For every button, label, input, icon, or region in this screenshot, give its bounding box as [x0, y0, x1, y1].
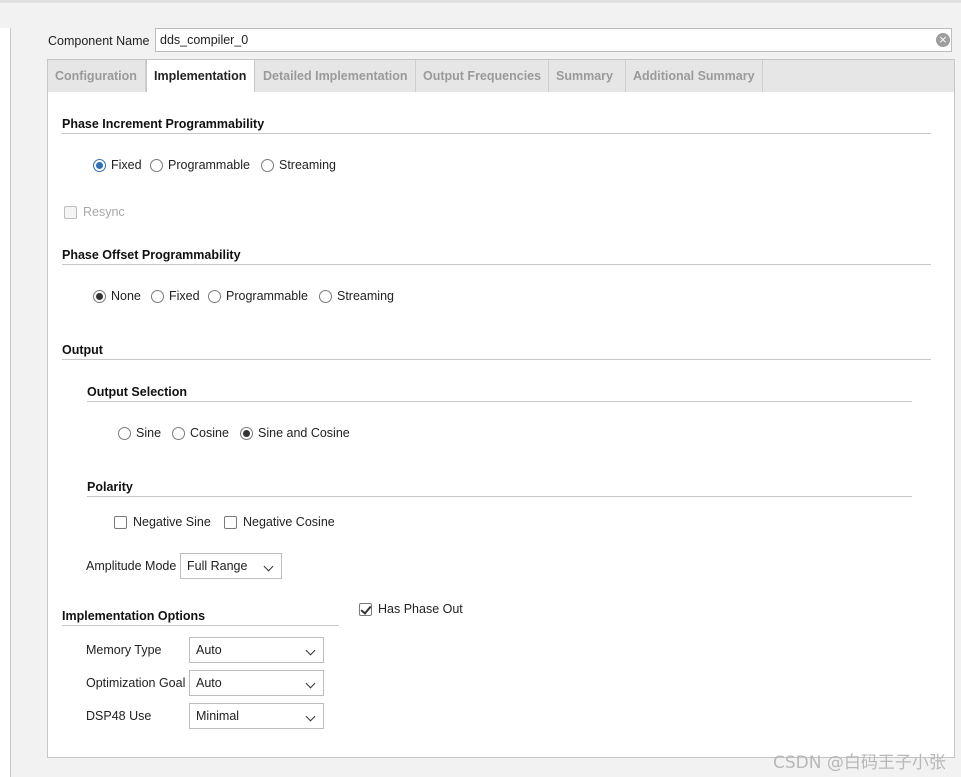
phase-increment-title: Phase Increment Programmability — [62, 117, 265, 131]
radio-label: Streaming — [337, 289, 394, 303]
radio-icon — [151, 289, 164, 303]
select-value: Auto — [196, 643, 222, 657]
watermark: CSDN @白码王子小张 — [773, 753, 946, 773]
component-name-input[interactable]: dds_compiler_0 — [155, 28, 952, 52]
chevron-down-icon — [305, 711, 316, 722]
optimization-goal-select[interactable]: Auto — [189, 670, 324, 696]
left-panel-edge — [0, 28, 11, 777]
amplitude-mode-select[interactable]: Full Range — [180, 553, 282, 579]
output-selection-title: Output Selection — [87, 385, 187, 399]
radio-label: Fixed — [111, 158, 142, 172]
radio-label: Sine and Cosine — [258, 426, 350, 440]
component-name-label: Component Name — [48, 34, 150, 48]
checkbox-icon — [224, 515, 237, 529]
checkbox-label: Negative Sine — [133, 515, 211, 529]
chevron-down-icon — [305, 645, 316, 656]
has-phase-out-checkbox[interactable]: Has Phase Out — [359, 602, 463, 616]
phase-offset-title: Phase Offset Programmability — [62, 248, 241, 262]
tab-configuration[interactable]: Configuration — [48, 60, 146, 92]
checkbox-label: Has Phase Out — [378, 602, 463, 616]
chevron-down-icon — [305, 678, 316, 689]
checkbox-label: Resync — [83, 205, 125, 219]
dsp48-use-select[interactable]: Minimal — [189, 703, 324, 729]
tab-summary[interactable]: Summary — [549, 60, 626, 92]
radio-label: Streaming — [279, 158, 336, 172]
section-divider — [62, 133, 931, 134]
tab-output-frequencies[interactable]: Output Frequencies — [416, 60, 549, 92]
phase-offset-programmable-radio[interactable]: Programmable — [208, 289, 308, 303]
clear-icon[interactable]: × — [936, 33, 950, 47]
radio-icon — [261, 158, 274, 172]
negative-cosine-checkbox[interactable]: Negative Cosine — [224, 515, 335, 529]
tab-bar: Configuration Implementation Detailed Im… — [48, 60, 954, 92]
memory-type-select[interactable]: Auto — [189, 637, 324, 663]
optimization-goal-label: Optimization Goal — [86, 676, 186, 690]
section-divider — [62, 625, 339, 626]
radio-selected-icon — [93, 289, 106, 303]
radio-label: None — [111, 289, 141, 303]
top-divider — [0, 0, 961, 3]
section-divider — [62, 264, 931, 265]
radio-icon — [150, 158, 163, 172]
resync-checkbox[interactable]: Resync — [64, 205, 125, 219]
phase-increment-fixed-radio[interactable]: Fixed — [93, 158, 142, 172]
implementation-options-title: Implementation Options — [62, 609, 206, 623]
section-divider — [62, 359, 931, 360]
checkbox-icon — [114, 515, 127, 529]
checkmark-icon — [359, 602, 372, 616]
checkbox-icon — [64, 205, 77, 219]
select-value: Auto — [196, 676, 222, 690]
radio-label: Programmable — [226, 289, 308, 303]
negative-sine-checkbox[interactable]: Negative Sine — [114, 515, 211, 529]
radio-icon — [172, 426, 185, 440]
radio-selected-icon — [240, 426, 253, 440]
output-title: Output — [62, 343, 103, 357]
radio-icon — [208, 289, 221, 303]
select-value: Minimal — [196, 709, 240, 723]
phase-offset-none-radio[interactable]: None — [93, 289, 141, 303]
amplitude-mode-label: Amplitude Mode — [86, 559, 177, 573]
radio-selected-icon — [93, 158, 106, 172]
phase-offset-fixed-radio[interactable]: Fixed — [151, 289, 200, 303]
output-cosine-radio[interactable]: Cosine — [172, 426, 229, 440]
tab-detailed-implementation[interactable]: Detailed Implementation — [256, 60, 416, 92]
radio-label: Sine — [136, 426, 162, 440]
select-value: Full Range — [187, 559, 248, 573]
dsp48-use-label: DSP48 Use — [86, 709, 152, 723]
memory-type-label: Memory Type — [86, 643, 162, 657]
chevron-down-icon — [263, 561, 274, 572]
polarity-title: Polarity — [87, 480, 133, 494]
output-sine-and-cosine-radio[interactable]: Sine and Cosine — [240, 426, 350, 440]
radio-icon — [118, 426, 131, 440]
radio-label: Cosine — [190, 426, 229, 440]
radio-label: Fixed — [169, 289, 200, 303]
output-sine-radio[interactable]: Sine — [118, 426, 161, 440]
tab-additional-summary[interactable]: Additional Summary — [626, 60, 763, 92]
phase-increment-streaming-radio[interactable]: Streaming — [261, 158, 336, 172]
phase-offset-streaming-radio[interactable]: Streaming — [319, 289, 394, 303]
section-divider — [87, 401, 912, 402]
section-divider — [87, 496, 912, 497]
radio-icon — [319, 289, 332, 303]
tab-implementation[interactable]: Implementation — [146, 60, 255, 92]
radio-label: Programmable — [168, 158, 250, 172]
checkbox-label: Negative Cosine — [243, 515, 335, 529]
phase-increment-programmable-radio[interactable]: Programmable — [150, 158, 250, 172]
